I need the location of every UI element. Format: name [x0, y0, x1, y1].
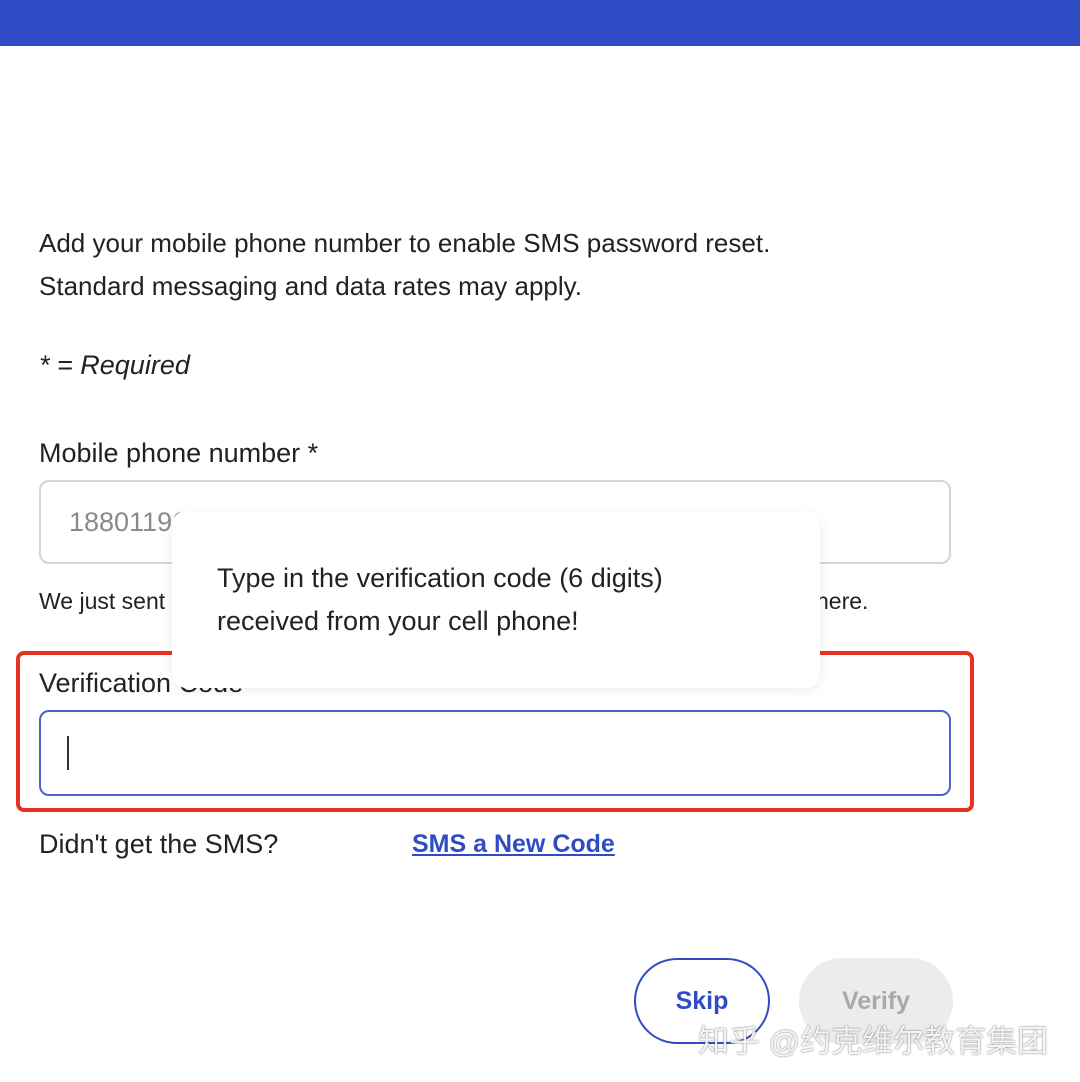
intro-line-1: Add your mobile phone number to enable S… — [39, 228, 771, 258]
intro-text: Add your mobile phone number to enable S… — [39, 222, 770, 308]
hint-text-end: here. — [816, 588, 869, 614]
hint-text-start: We just sent — [39, 588, 166, 614]
text-caret — [67, 736, 69, 770]
tooltip-line-2: received from your cell phone! — [217, 606, 579, 636]
sms-new-code-link[interactable]: SMS a New Code — [412, 830, 615, 859]
verification-code-input[interactable] — [39, 710, 951, 796]
instruction-tooltip: Type in the verification code (6 digits)… — [172, 511, 820, 688]
resend-question: Didn't get the SMS? — [39, 829, 279, 859]
phone-field-label: Mobile phone number * — [39, 438, 319, 468]
intro-line-2: Standard messaging and data rates may ap… — [39, 271, 582, 301]
required-note: * = Required — [39, 350, 190, 380]
verify-button[interactable]: Verify — [799, 958, 953, 1044]
tooltip-line-1: Type in the verification code (6 digits) — [217, 563, 663, 593]
top-bar — [0, 0, 1080, 46]
skip-button[interactable]: Skip — [634, 958, 770, 1044]
page: Add your mobile phone number to enable S… — [0, 0, 1080, 1082]
